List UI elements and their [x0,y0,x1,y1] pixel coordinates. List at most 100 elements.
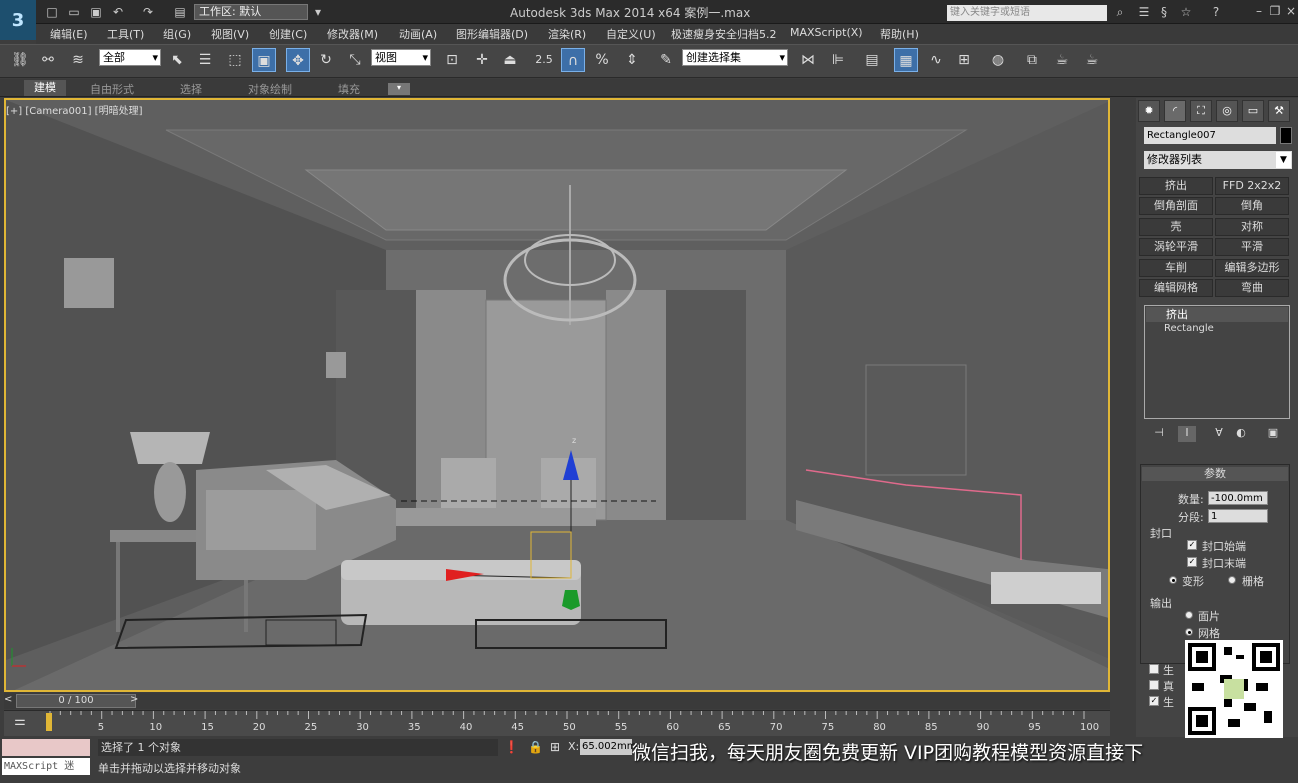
maxscript-mini-listener[interactable]: MAXScript 迷 [2,758,90,775]
bind-space-warp-icon[interactable]: ≋ [66,48,90,72]
stack-item-rectangle[interactable]: Rectangle [1164,323,1214,334]
menu-views[interactable]: 视图(V) [211,26,249,42]
amount-spinner[interactable]: -100.0mm [1208,491,1268,505]
real-world-checkbox[interactable] [1149,680,1159,690]
object-color-swatch[interactable] [1280,127,1292,144]
track-bar[interactable] [4,710,1110,736]
named-selection-dropdown[interactable]: 创建选择集 [682,49,788,66]
render-setup-icon[interactable]: ⧉ [1020,48,1044,72]
motion-tab-icon[interactable]: ◎ [1216,100,1238,122]
modifier-bevel-profile-button[interactable]: 倒角剖面 [1139,197,1213,215]
menu-customize[interactable]: 自定义(U) [606,26,656,42]
curve-editor-icon[interactable]: ∿ [924,48,948,72]
modifier-turbosmooth-button[interactable]: 涡轮平滑 [1139,238,1213,256]
parameters-title[interactable]: 参数 [1142,467,1288,481]
tab-freeform[interactable]: 自由形式 [90,81,134,97]
unlink-icon[interactable]: ⚯ [36,48,60,72]
spinner-snap-icon[interactable]: ⇕ [620,48,644,72]
ribbon-options-icon[interactable]: ▾ [388,83,410,95]
menu-group[interactable]: 组(G) [163,26,191,42]
favorites-star-icon[interactable]: ☆ [1178,4,1194,20]
menu-tools[interactable]: 工具(T) [107,26,144,42]
time-slider[interactable] [4,693,1110,709]
mini-curve-editor-icon[interactable]: ⚌ [8,714,32,732]
tab-object-paint[interactable]: 对象绘制 [248,81,292,97]
modifier-edit-poly-button[interactable]: 编辑多边形 [1215,259,1289,277]
reference-coord-dropdown[interactable]: 视图 [371,49,431,66]
menu-animation[interactable]: 动画(A) [399,26,437,42]
x-coordinate-field[interactable]: 65.002mm [580,739,636,755]
redo-icon[interactable]: ↷ [140,4,156,20]
material-editor-icon[interactable]: ◍ [986,48,1010,72]
minimize-icon[interactable]: – [1252,4,1266,20]
configure-sets-icon[interactable]: ▣ [1264,426,1282,442]
modify-tab-icon[interactable]: ◜ [1164,100,1186,122]
help-icon[interactable]: ? [1208,4,1224,20]
segments-spinner[interactable]: 1 [1208,509,1268,523]
rect-selection-icon[interactable]: ⬚ [223,48,247,72]
cap-end-checkbox[interactable]: ✓ [1187,557,1197,567]
modifier-smooth-button[interactable]: 平滑 [1215,238,1289,256]
communication-icon[interactable]: ☰ [1136,4,1152,20]
remove-modifier-icon[interactable]: ◐ [1232,426,1250,442]
close-icon[interactable]: × [1284,4,1298,20]
keyboard-shortcut-icon[interactable]: ⏏ [498,48,522,72]
utilities-tab-icon[interactable]: ⚒ [1268,100,1290,122]
link-icon[interactable]: ⛓ [8,48,32,72]
search-input[interactable]: 键入关键字或短语 [947,5,1107,21]
tab-populate[interactable]: 填充 [338,81,360,97]
save-icon[interactable]: ▣ [88,4,104,20]
chevron-down-icon[interactable]: ▾ [310,4,326,20]
menu-modifiers[interactable]: 修改器(M) [327,26,378,42]
viewport-label[interactable]: [+] [Camera001] [明暗处理] [6,102,142,117]
select-move-icon[interactable]: ✥ [286,48,310,72]
select-by-name-icon[interactable]: ☰ [193,48,217,72]
pivot-center-icon[interactable]: ⊡ [440,48,464,72]
grid-radio[interactable] [1228,576,1236,584]
modifier-symmetry-button[interactable]: 对称 [1215,218,1289,236]
mirror-icon[interactable]: ⋈ [796,48,820,72]
maxscript-listener-input[interactable] [2,739,90,756]
exchange-icon[interactable]: § [1156,4,1172,20]
select-scale-icon[interactable]: ⤡ [343,48,367,72]
undo-icon[interactable]: ↶ [110,4,126,20]
app-logo-icon[interactable]: 3 [0,0,36,40]
menu-maxscript[interactable]: MAXScript(X) [790,26,863,39]
patch-radio[interactable] [1185,611,1193,619]
align-icon[interactable]: ⊫ [826,48,850,72]
select-object-icon[interactable]: ⬉ [165,48,189,72]
gen-mapping-checkbox[interactable] [1149,664,1159,674]
menu-help[interactable]: 帮助(H) [880,26,919,42]
menu-create[interactable]: 创建(C) [269,26,307,42]
display-tab-icon[interactable]: ▭ [1242,100,1264,122]
cap-start-checkbox[interactable]: ✓ [1187,540,1197,550]
window-crossing-icon[interactable]: ▣ [252,48,276,72]
menu-plugin-archive[interactable]: 极速瘦身安全归档5.2 [671,26,777,42]
pin-stack-icon[interactable]: ⊣ [1150,426,1168,442]
tab-selection[interactable]: 选择 [180,81,202,97]
layer-manager-icon[interactable]: ▤ [860,48,884,72]
show-end-result-icon[interactable]: Ⅰ [1178,426,1196,442]
schematic-view-icon[interactable]: ⊞ [952,48,976,72]
select-manipulate-icon[interactable]: ✛ [470,48,494,72]
open-file-icon[interactable]: ▭ [66,4,82,20]
current-frame-marker[interactable] [46,713,52,731]
tab-modeling[interactable]: 建模 [24,80,66,96]
new-file-icon[interactable]: □ [44,4,60,20]
restore-icon[interactable]: ❐ [1268,4,1282,20]
render-production-icon[interactable]: ☕ [1080,48,1104,72]
menu-rendering[interactable]: 渲染(R) [548,26,586,42]
modifier-bend-button[interactable]: 弯曲 [1215,279,1289,297]
angle-snap-icon[interactable]: ∩ [561,48,585,72]
workspace-dropdown[interactable]: 工作区: 默认 [194,4,308,20]
rendered-frame-icon[interactable]: ☕ [1050,48,1074,72]
modifier-ffd-button[interactable]: FFD 2x2x2 [1215,177,1289,195]
graphite-ribbon-icon[interactable]: ▦ [894,48,918,72]
project-folder-icon[interactable]: ▤ [172,4,188,20]
prev-frame-icon[interactable]: < [4,694,12,705]
camera-viewport[interactable]: z [4,98,1110,692]
edit-named-selection-icon[interactable]: ✎ [654,48,678,72]
object-name-field[interactable]: Rectangle007 [1144,127,1276,144]
next-frame-icon[interactable]: > [130,694,138,705]
select-rotate-icon[interactable]: ↻ [314,48,338,72]
